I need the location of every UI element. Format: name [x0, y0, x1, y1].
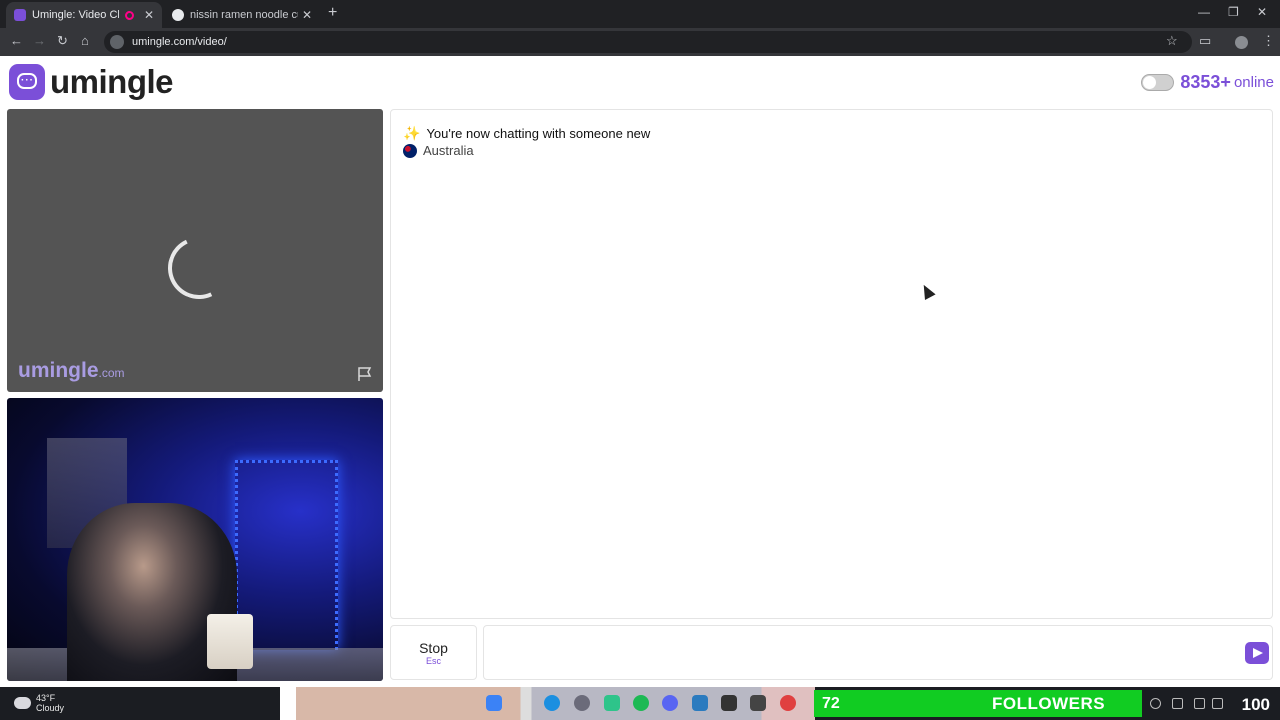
tab-umingle[interactable]: Umingle: Video Chat with S ✕	[6, 2, 162, 28]
system-tray: 100	[1142, 687, 1280, 720]
online-status: 8353+ online	[1141, 72, 1274, 93]
app-icon[interactable]	[721, 695, 737, 711]
back-icon[interactable]: ←	[10, 33, 23, 48]
stop-shortcut-hint: Esc	[425, 656, 441, 666]
australia-flag-icon	[403, 143, 417, 158]
forward-icon[interactable]: →	[33, 33, 46, 48]
tab-title: nissin ramen noodle cups - Goo	[190, 9, 298, 21]
microphone-icon[interactable]	[1172, 698, 1183, 709]
home-icon[interactable]: ⌂	[81, 33, 89, 48]
weather-condition: Cloudy	[36, 703, 65, 713]
close-tab-icon[interactable]: ✕	[144, 8, 154, 22]
online-count: 8353+	[1180, 72, 1231, 92]
new-tab-icon[interactable]: +	[328, 4, 337, 22]
spotify-icon[interactable]	[633, 695, 649, 711]
tray-overlay-value: 100	[1241, 695, 1270, 714]
tab-title: Umingle: Video Chat with S	[32, 9, 119, 21]
volume-icon[interactable]	[1212, 698, 1223, 709]
chat-country-text: Australia	[423, 143, 474, 158]
browser-menu-icon[interactable]: ⋮	[1262, 33, 1275, 49]
tab-google-search[interactable]: nissin ramen noodle cups - Goo ✕	[164, 2, 320, 28]
watermark-suffix: .com	[98, 366, 125, 380]
chat-country-line: Australia	[403, 143, 474, 158]
sparkle-icon: ✨	[403, 125, 421, 141]
loading-spinner-icon	[159, 228, 239, 308]
umingle-favicon-icon	[14, 9, 26, 21]
side-panel-icon[interactable]: ▭	[1199, 33, 1211, 49]
stop-button[interactable]: Stop Esc	[390, 625, 477, 680]
online-label: online	[1233, 74, 1274, 91]
restore-icon[interactable]: ❐	[1228, 5, 1239, 19]
chat-status-text: You're now chatting with someone new	[426, 126, 651, 141]
followers-goal-bar: 72 FOLLOWERS	[814, 690, 1142, 717]
app-icon[interactable]	[750, 695, 766, 711]
send-icon[interactable]	[1245, 642, 1269, 664]
google-favicon-icon	[172, 9, 184, 21]
obs-icon[interactable]	[574, 695, 590, 711]
close-window-icon[interactable]: ✕	[1257, 5, 1267, 19]
bookmark-star-icon[interactable]: ☆	[1166, 33, 1178, 49]
app-icon[interactable]	[604, 695, 620, 711]
followers-label: FOLLOWERS	[992, 693, 1106, 713]
weather-widget[interactable]: 43°F Cloudy	[14, 693, 64, 713]
watermark-main: umingle	[18, 359, 99, 382]
cloud-icon	[14, 697, 31, 709]
browser-tab-bar: Umingle: Video Chat with S ✕ nissin rame…	[0, 0, 1280, 28]
edge-icon[interactable]	[544, 695, 560, 711]
chat-log: ✨ You're now chatting with someone new A…	[390, 109, 1273, 619]
site-info-icon[interactable]	[110, 35, 124, 49]
site-logo[interactable]: ··· umingle	[9, 63, 174, 101]
theme-toggle[interactable]	[1141, 74, 1175, 91]
onedrive-icon[interactable]	[1150, 698, 1161, 709]
self-video	[7, 398, 383, 681]
browser-toolbar: ← → ↻ ⌂ umingle.com/video/ ☆ ▭ ⋮	[0, 28, 1280, 56]
address-bar[interactable]: umingle.com/video/	[104, 31, 1192, 53]
discord-icon[interactable]	[662, 695, 678, 711]
network-icon[interactable]	[1194, 698, 1205, 709]
stop-label: Stop	[419, 640, 448, 656]
close-tab-icon[interactable]: ✕	[302, 8, 312, 22]
ramen-cup	[207, 614, 253, 669]
reload-icon[interactable]: ↻	[57, 33, 68, 49]
start-menu-icon[interactable]	[486, 695, 502, 711]
report-flag-icon[interactable]	[357, 366, 373, 382]
minimize-icon[interactable]: —	[1198, 5, 1210, 19]
profile-avatar-icon[interactable]	[1235, 36, 1248, 49]
recording-indicator-icon	[124, 10, 134, 20]
video-watermark: umingle.com	[18, 359, 125, 383]
chat-status-line: ✨ You're now chatting with someone new	[403, 125, 650, 142]
weather-temperature: 43°F	[36, 693, 56, 703]
chrome-icon[interactable]	[780, 695, 796, 711]
logo-wordmark: umingle	[50, 63, 174, 100]
url-text: umingle.com/video/	[132, 36, 227, 48]
message-input[interactable]	[483, 625, 1273, 680]
followers-count: 72	[822, 694, 840, 712]
chat-bubble-logo-icon: ···	[9, 64, 45, 100]
photos-icon[interactable]	[692, 695, 708, 711]
stranger-video: umingle.com	[7, 109, 383, 392]
